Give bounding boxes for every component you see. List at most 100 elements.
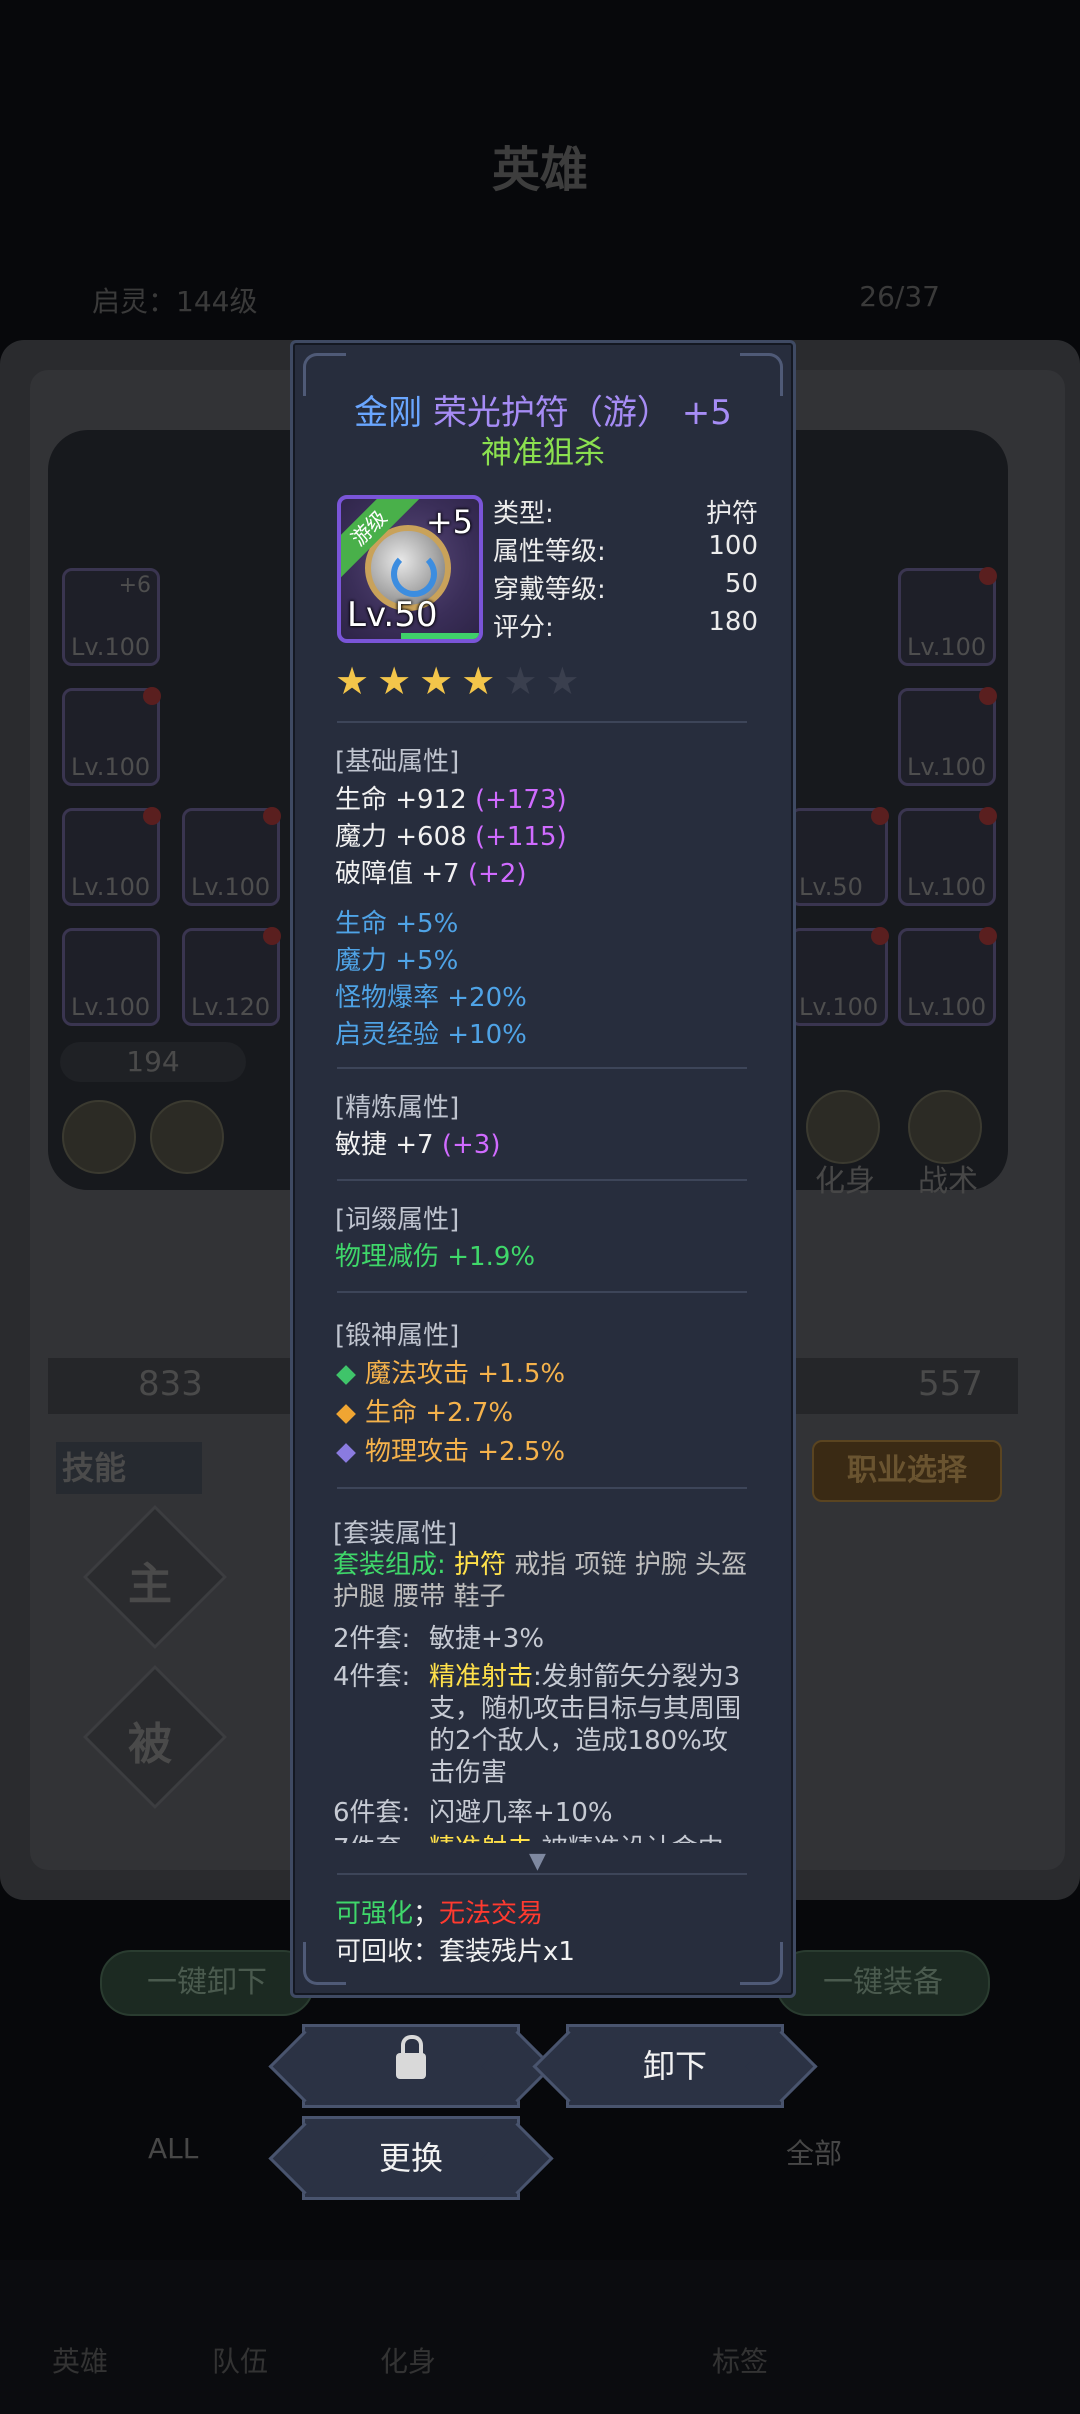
bottom-nav [0,2260,1080,2414]
affix-attr-header: [词缀属性] [335,1205,460,1235]
avatar-icon[interactable] [806,1090,880,1164]
forge-attr-line: 魔法攻击 +1.5% [335,1353,565,1390]
amulet-icon: 游级 +5 Lv.50 [337,495,483,643]
star-rating: ★ ★ ★ ★ ★ ★ [335,661,587,701]
green-gem-icon [336,1364,356,1385]
set-tier-2: 2件套: 敏捷+3% [333,1623,749,1655]
attr-text: 破障值 +7 [335,859,468,889]
equip-slot[interactable]: Lv.120 [182,927,281,1026]
red-dot-badge [263,807,281,825]
divider [337,721,747,723]
star-empty-icon: ★ [545,659,580,703]
nav-avatar[interactable]: 化身 [380,2340,436,2380]
divider [337,1873,747,1875]
purple-gem-icon [336,1442,356,1463]
equip-slot[interactable]: Lv.50 [790,807,889,906]
tactics-icon[interactable] [908,1090,982,1164]
set-tier-key: 2件套: [333,1624,411,1654]
set-attr-header: [套装属性] [333,1519,458,1549]
equip-slot[interactable]: Lv.100 [62,807,161,906]
slot-enhance: +6 [118,573,151,598]
status-separator: ； [413,1899,440,1929]
equip-slot[interactable]: Lv.100 [790,927,889,1026]
equip-count: 26/37 [859,280,940,313]
attr-text: 魔力 +608 [335,822,475,852]
equip-slot[interactable]: Lv.100 [182,807,281,906]
attr-text: 生命 +2.7% [365,1398,514,1428]
filter-all-badge[interactable]: ALL [148,2132,198,2165]
trade-restriction: 无法交易 [439,1899,544,1929]
set-comp-current: 护符 [454,1550,507,1580]
equip-slot[interactable]: Lv.100 [898,927,997,1026]
info-value: 100 [708,531,758,561]
slot-level: Lv.100 [71,873,151,901]
attr-bonus: (+2) [467,859,527,889]
equip-slot[interactable]: Lv.100 [62,928,160,1026]
unequip-all-button[interactable]: 一键卸下 [100,1950,314,2016]
attr-bonus: (+3) [441,1130,501,1160]
set-tier-value: 敏捷+3% [429,1624,545,1654]
attr-text: 生命 +912 [335,785,475,815]
popup-scroll-area[interactable]: 金刚 荣光护符（游） +5 神准狙杀 游级 +5 Lv.50 类型: 护符 属性… [293,343,793,1843]
red-dot-badge [979,687,997,705]
attr-text: 魔法攻击 +1.5% [365,1359,566,1389]
divider [337,1487,747,1489]
lock-button[interactable] [302,2024,520,2108]
set-comp-label: 套装组成: [333,1550,446,1580]
star-empty-icon: ★ [503,659,538,703]
badge-icon[interactable] [62,1100,136,1174]
red-dot-badge [143,687,161,705]
set-composition: 套装组成: 护符 戒指 项链 护腕 头盔 护腿 腰带 鞋子 [333,1549,753,1613]
divider [337,1291,747,1293]
nav-hero[interactable]: 英雄 [52,2340,108,2380]
equip-slot[interactable]: +6 Lv.100 [62,568,160,666]
filter-all-label[interactable]: 全部 [786,2132,842,2172]
attr-bonus: (+115) [474,822,567,852]
basic-attr-line: 生命 +912 (+173) [335,779,567,816]
info-key: 穿戴等级: [493,575,606,605]
durability-bar [401,633,479,639]
equip-slot[interactable]: Lv.100 [898,687,997,786]
active-skill-label: 主 [128,1559,172,1610]
tactics-label: 战术 [918,1164,978,1199]
info-value: 护符 [705,499,758,529]
replace-button[interactable]: 更换 [302,2116,520,2200]
red-dot-badge [871,927,889,945]
power-value: 194 [60,1042,246,1082]
info-score: 评分: 180 [493,607,758,644]
enhance-status: 可强化 [335,1899,414,1929]
scroll-down-icon[interactable]: ▼ [529,1849,546,1874]
slot-level: Lv.100 [907,753,987,781]
info-key: 类型: [493,499,554,529]
slot-level: Lv.100 [191,873,271,901]
job-select-button[interactable]: 职业选择 [812,1440,1002,1502]
equip-slot[interactable]: Lv.100 [898,807,997,906]
set-tier-value: :被精准设计命中 [533,1834,724,1843]
info-wear-level: 穿戴等级: 50 [493,569,758,606]
star-filled-icon: ★ [335,659,370,703]
badge-icon[interactable] [150,1100,224,1174]
equip-all-button[interactable]: 一键装备 [776,1950,990,2016]
slot-level: Lv.100 [907,993,987,1021]
unequip-button[interactable]: 卸下 [566,2024,784,2108]
info-value: 180 [708,607,758,637]
set-tier-highlight: 精准射击 [429,1662,534,1692]
unlock-icon [396,2035,426,2079]
recycle-info: 可回收：套装残片x1 [335,1937,575,1967]
info-value: 50 [724,569,758,599]
nav-tag[interactable]: 标签 [712,2340,768,2380]
attr-text: 敏捷 +7 [335,1130,442,1160]
equip-slot[interactable]: Lv.100 [62,687,161,786]
affix-attr-line: 物理减伤 +1.9% [335,1242,536,1272]
divider [337,1067,747,1069]
divider [337,1179,747,1181]
refine-attr-header: [精炼属性] [335,1093,460,1123]
star-filled-icon: ★ [377,659,412,703]
nav-team[interactable]: 队伍 [212,2340,268,2380]
equip-slot[interactable]: Lv.100 [898,567,997,666]
info-type: 类型: 护符 [493,493,758,530]
attack-stat: 833 [138,1364,203,1404]
extra-attr-line: 生命 +5% [335,909,459,939]
attr-bonus: (+173) [474,785,567,815]
extra-attr-line: 魔力 +5% [335,946,459,976]
